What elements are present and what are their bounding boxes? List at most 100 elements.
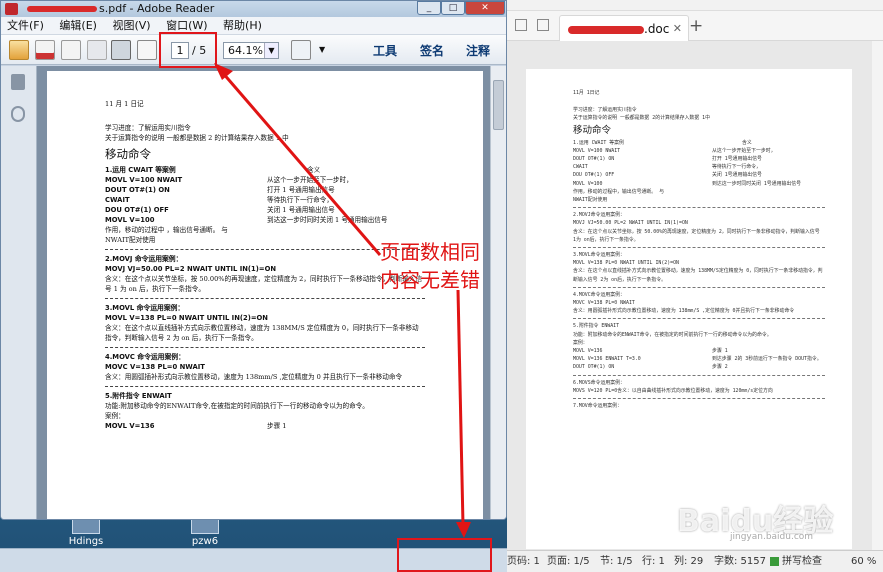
scroll-thumb[interactable]: [493, 80, 504, 130]
table-row: MOVL V=100 NWAIT 从这个一步开始至下一步时，: [105, 175, 425, 185]
meaning-cell: 从这个一步开始至下一步时，: [712, 147, 776, 154]
status-page: 页码: 1: [507, 556, 540, 567]
description: 含义：在这个点以直线插补方式向示教位置移动，速度为 138MM/S定位精度为 0…: [573, 268, 823, 283]
menu-edit[interactable]: 编辑(E): [59, 19, 97, 32]
table-row: MOVL V=100 到达这一步时同时关闭 1号通用输出信号: [573, 180, 825, 188]
chevron-down-icon: ▼: [264, 43, 278, 58]
sign-link[interactable]: 签名: [420, 42, 444, 59]
note-line: 作用，移动的过程中 ，输出信号通断。 与: [105, 226, 228, 234]
divider: [573, 374, 825, 376]
divider: [573, 247, 825, 249]
divider: [573, 207, 825, 209]
chevron-down-icon[interactable]: ▼: [319, 45, 325, 54]
create-pdf-icon[interactable]: [35, 40, 55, 60]
open-icon[interactable]: [9, 40, 29, 60]
wps-scrollbar[interactable]: [872, 41, 883, 550]
doc-intro-1: 学习进度：了解运用实川指令: [105, 124, 191, 132]
reader-titlebar: s.pdf - Adobe Reader _ □ ✕: [1, 1, 506, 17]
nav-forward-icon[interactable]: [537, 19, 549, 31]
desktop-icon-label: Hdings: [68, 536, 104, 547]
example-label: 案例：: [573, 339, 588, 346]
example-label: 案例：: [105, 412, 125, 420]
desktop-icon-label: pzw6: [191, 536, 219, 547]
edit-icon[interactable]: [61, 40, 81, 60]
reader-title: s.pdf - Adobe Reader: [99, 2, 215, 15]
meaning-cell: 等待执行下一行命令，: [267, 196, 333, 204]
table-row: DOU OT#(1) OFF 关闭 1 号通用输出信号: [105, 205, 425, 215]
fit-page-icon[interactable]: [291, 40, 311, 60]
divider: [573, 286, 825, 288]
close-button[interactable]: ✕: [465, 1, 505, 15]
description: 含义：用圆弧插补形式向示教位置移动，速度为 138mm/S ,定位精度为 0并且…: [573, 308, 795, 315]
table-row: DOUT OT#(1) ON 步骤 2: [573, 363, 825, 371]
maximize-button[interactable]: □: [441, 1, 465, 15]
attachment-icon[interactable]: [11, 106, 25, 122]
doc-date: 11 月 1 日记: [105, 100, 144, 108]
column-header: 含义: [742, 139, 752, 146]
table-row: MOVL V=136 步骤 1: [573, 347, 825, 355]
description: 含义：在这个点以关节坐标，按 50.00%的再现速度，定位精度为 2，同时执行下…: [573, 228, 820, 243]
meaning-cell: 关闭 1 号通用输出信号: [267, 206, 335, 214]
print-icon[interactable]: [111, 40, 131, 60]
section-title: 4.MOVC命令运用案例：: [573, 291, 625, 298]
code-cell: CWAIT: [105, 196, 130, 204]
divider: [573, 398, 825, 400]
save-icon[interactable]: [87, 40, 107, 60]
doc-intro-2: 关于运算指令的说明 一般都是数据 2的计算结果存入数据 1中: [573, 115, 710, 122]
close-tab-icon[interactable]: ✕: [673, 16, 682, 42]
table-row: CWAIT 等待执行下一行命令，: [573, 163, 825, 171]
document-tab[interactable]: .doc ✕: [559, 15, 689, 41]
redacted-filename: [27, 6, 97, 12]
section-title: 3.MOVL 命令运用案例：: [105, 304, 185, 312]
menu-view[interactable]: 视图(V): [112, 19, 150, 32]
table-row: DOU OT#(1) OFF 关闭 1号通用输出信号: [573, 171, 825, 179]
baidu-watermark-url: jingyan.baidu.com: [730, 532, 814, 542]
menu-file[interactable]: 文件(F): [7, 19, 44, 32]
code-cell: MOVL V=136: [105, 422, 155, 430]
code-cell: MOVL V=136: [573, 348, 603, 355]
section-title: 3.MOVL命令运用案例：: [573, 252, 625, 259]
annotation-line-2: 内容无差错: [380, 268, 480, 292]
code-cell: DOUT OT#(1) ON: [105, 186, 170, 194]
table-row: MOVL V=100 到达这一步时同时关闭 1 号通用输出信号: [105, 215, 425, 225]
divider: [573, 318, 825, 320]
meaning-cell: 关闭 1号通用输出信号: [712, 172, 762, 179]
tab-suffix: .doc: [644, 22, 670, 36]
code-cell: DOU OT#(1) OFF: [105, 206, 169, 214]
reader-scrollbar[interactable]: [490, 66, 506, 519]
minimize-button[interactable]: _: [417, 1, 441, 15]
page-thumbnails-icon[interactable]: [11, 74, 25, 90]
redacted-filename: [568, 25, 644, 34]
note-line: 作用，移动的过程中，输出信号通断。 与: [573, 188, 664, 195]
zoom-select[interactable]: 64.1% ▼: [223, 42, 279, 59]
status-word-count: 字数: 5157: [714, 556, 766, 567]
meaning-cell: 到达这一步时同时关闭 1 号通用输出信号: [267, 216, 388, 224]
annotation-text: 页面数相同 内容无差错: [380, 238, 480, 294]
new-tab-icon[interactable]: +: [689, 16, 703, 36]
spellcheck-button[interactable]: 拼写检查: [782, 551, 822, 572]
meaning-cell: 步骤 1: [712, 348, 728, 355]
comment-link[interactable]: 注释: [466, 42, 490, 59]
description: 含义：用圆弧插补形式向示教位置移动，速度为 138mm/S ,定位精度为 0 并…: [105, 373, 403, 381]
zoom-value: 64.1%: [228, 44, 263, 57]
nav-back-icon[interactable]: [515, 19, 527, 31]
status-section: 节: 1/5: [600, 556, 633, 567]
code-cell: MOVL V=100 NWAIT: [105, 176, 183, 184]
divider: [105, 298, 425, 299]
wps-page: 11月 1日记 学习进度：了解运用实川指令 关于运算指令的说明 一般都是数据 2…: [526, 69, 852, 549]
tools-link[interactable]: 工具: [373, 42, 397, 59]
code-cell: DOUT OT#(1) ON: [573, 156, 615, 163]
code-cell: MOVL V=136 ENWAIT T=3.0: [573, 356, 641, 363]
code-cell: DOUT OT#(1) ON: [573, 364, 615, 371]
annotation-line-1: 页面数相同: [380, 240, 480, 264]
menu-help[interactable]: 帮助(H): [223, 19, 262, 32]
code-cell: MOVL V=100: [105, 216, 155, 224]
status-zoom[interactable]: 60 %: [851, 551, 876, 572]
email-icon[interactable]: [137, 40, 157, 60]
section-title: 1.运用 CWAIT 等案例: [573, 139, 624, 146]
menu-window[interactable]: 窗口(W): [166, 19, 207, 32]
code-line: MOVC V=138 PL=0 NWAIT: [573, 300, 635, 307]
code-line: MOVC V=138 PL=0 NWAIT: [105, 363, 205, 371]
note-line: NWAIT配对使用: [105, 236, 156, 244]
meaning-cell: 到达这一步时同时关闭 1号通用输出信号: [712, 180, 802, 187]
